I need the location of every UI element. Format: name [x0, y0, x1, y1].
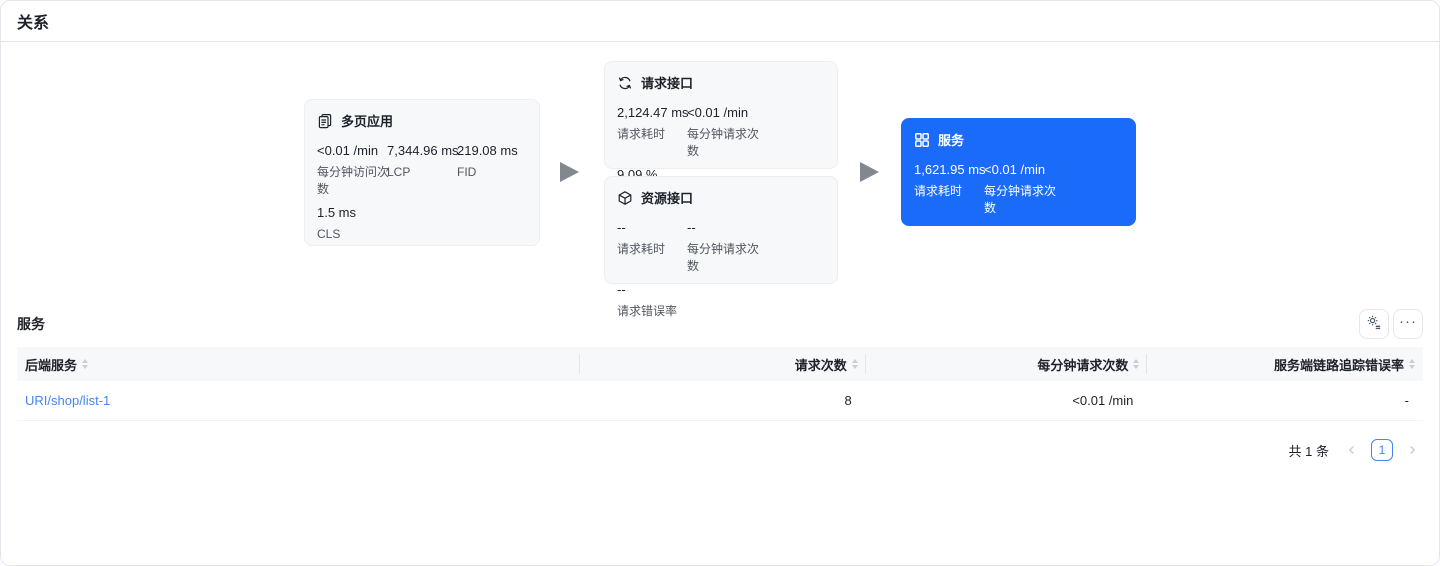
table-section-title: 服务: [17, 316, 45, 332]
chevron-right-icon: [1410, 445, 1416, 455]
metric-value: <0.01 /min: [317, 143, 379, 158]
column-header-backend-service[interactable]: 后端服务: [17, 347, 581, 381]
metric-label: LCP: [387, 165, 411, 179]
metric: 1,621.95 ms 请求耗时: [914, 161, 986, 217]
node-title: 服务: [938, 133, 965, 148]
node-title: 请求接口: [641, 76, 694, 91]
cell-requests-per-minute: <0.01 /min: [1072, 393, 1134, 408]
flow-arrow-icon: [560, 162, 579, 182]
prev-page-button[interactable]: [1341, 439, 1363, 461]
more-actions-button[interactable]: ···: [1393, 309, 1423, 339]
cell-trace-error-rate: -: [1404, 393, 1409, 408]
metric-value: 2,124.47 ms: [617, 105, 689, 120]
column-header-requests-per-minute[interactable]: 每分钟请求次数: [866, 347, 1148, 381]
cube-icon: [617, 190, 633, 206]
grid-icon: [914, 132, 930, 148]
node-title: 多页应用: [341, 114, 394, 129]
node-multi-page-app[interactable]: 多页应用 <0.01 /min 每分钟访问次数 7,344.96 ms LCP …: [304, 99, 540, 246]
chevron-left-icon: [1348, 445, 1354, 455]
column-header-request-count[interactable]: 请求次数: [580, 347, 866, 381]
gear-list-icon: [1366, 314, 1382, 335]
metric: 2,124.47 ms 请求耗时: [617, 104, 689, 160]
cell-request-count: 8: [844, 393, 852, 408]
pagination-total: 共 1 条: [1288, 443, 1329, 459]
ellipsis-icon: ···: [1399, 312, 1417, 330]
pages-icon: [317, 113, 333, 129]
metric: <0.01 /min 每分钟请求次数: [687, 104, 759, 160]
sort-icon[interactable]: [851, 359, 858, 369]
metric-label: 每分钟请求次数: [984, 184, 1057, 215]
metric-value: 219.08 ms: [457, 143, 518, 158]
metric-value: 1,621.95 ms: [914, 162, 986, 177]
metric-label: FID: [457, 165, 477, 179]
sort-icon[interactable]: [82, 359, 89, 369]
metric: 1.5 ms CLS: [317, 204, 387, 243]
node-header: 请求接口: [617, 73, 825, 92]
sort-icon[interactable]: [1409, 359, 1415, 369]
metric-label: 每分钟访问次数: [317, 165, 390, 196]
metric-label: 请求耗时: [914, 184, 963, 198]
metric-label: 请求错误率: [914, 246, 975, 260]
metric-label: 每分钟请求次数: [687, 127, 760, 158]
metric: <0.01 /min 每分钟访问次数: [317, 142, 389, 198]
metric: 7,344.96 ms LCP: [387, 142, 459, 198]
table-header-row: 后端服务 请求次数 每分钟请求次数 服务端链路追踪错误率: [17, 347, 1423, 381]
metric: -- 请求耗时: [617, 219, 687, 275]
next-page-button[interactable]: [1401, 439, 1423, 461]
node-resource-api[interactable]: 资源接口 -- 请求耗时 -- 每分钟请求次数 -- 请求错误率: [604, 176, 838, 318]
services-table: 后端服务 请求次数 每分钟请求次数 服务端链路追踪错误率 URI/shop/li…: [17, 347, 1423, 421]
table-row: URI/shop/list-1 8 <0.01 /min -: [17, 381, 1423, 421]
node-metrics: -- 请求耗时 -- 每分钟请求次数 -- 请求错误率: [617, 219, 825, 326]
metric: -- 每分钟请求次数: [687, 219, 759, 275]
node-request-api[interactable]: 请求接口 2,124.47 ms 请求耗时 <0.01 /min 每分钟请求次数…: [604, 61, 838, 203]
metric-value: 1.5 ms: [317, 205, 357, 220]
metric-value: —: [914, 224, 927, 239]
metric: <0.01 /min 每分钟请求次数: [984, 161, 1056, 217]
metric-label: 请求耗时: [617, 242, 666, 256]
page-header: 关系: [1, 1, 1439, 42]
page-number-button[interactable]: 1: [1371, 439, 1393, 461]
metric: — 请求错误率: [914, 223, 984, 262]
metric-value: 7,344.96 ms: [387, 143, 459, 158]
metric-label: 每分钟请求次数: [687, 242, 760, 273]
node-header: 多页应用: [317, 111, 527, 130]
node-header: 服务: [914, 130, 1123, 149]
metric: 219.08 ms FID: [457, 142, 527, 198]
column-header-trace-error-rate[interactable]: 服务端链路追踪错误率: [1147, 347, 1423, 381]
metric-value: --: [617, 282, 626, 297]
metric-label: 请求错误率: [617, 304, 678, 318]
sort-icon[interactable]: [1133, 359, 1140, 369]
metric-value: <0.01 /min: [687, 105, 749, 120]
node-title: 资源接口: [641, 191, 694, 206]
sync-icon: [617, 75, 633, 91]
metric-value: --: [687, 220, 696, 235]
metric: -- 请求错误率: [617, 281, 687, 320]
column-settings-button[interactable]: [1359, 309, 1389, 339]
topology-diagram: 多页应用 <0.01 /min 每分钟访问次数 7,344.96 ms LCP …: [1, 42, 1439, 318]
cell-backend-service: URI/shop/list-1: [17, 381, 580, 420]
metric-value: --: [617, 220, 626, 235]
metric-label: CLS: [317, 227, 341, 241]
node-service[interactable]: 服务 1,621.95 ms 请求耗时 <0.01 /min 每分钟请求次数 —…: [901, 118, 1136, 260]
node-metrics: <0.01 /min 每分钟访问次数 7,344.96 ms LCP 219.0…: [317, 142, 527, 249]
page-title: 关系: [17, 15, 50, 32]
pagination: 共 1 条 1: [17, 439, 1423, 461]
node-metrics: 1,621.95 ms 请求耗时 <0.01 /min 每分钟请求次数 — 请求…: [914, 161, 1123, 268]
relations-panel: 关系 多页应用 <0.01 /min 每分钟访问次数 7,344.96 ms L…: [0, 0, 1440, 566]
metric-value: <0.01 /min: [984, 162, 1046, 177]
flow-arrow-icon: [860, 162, 879, 182]
node-header: 资源接口: [617, 188, 825, 207]
table-toolbar: ···: [1359, 309, 1423, 339]
metric-label: 请求耗时: [617, 127, 666, 141]
backend-service-link[interactable]: URI/shop/list-1: [25, 393, 110, 408]
